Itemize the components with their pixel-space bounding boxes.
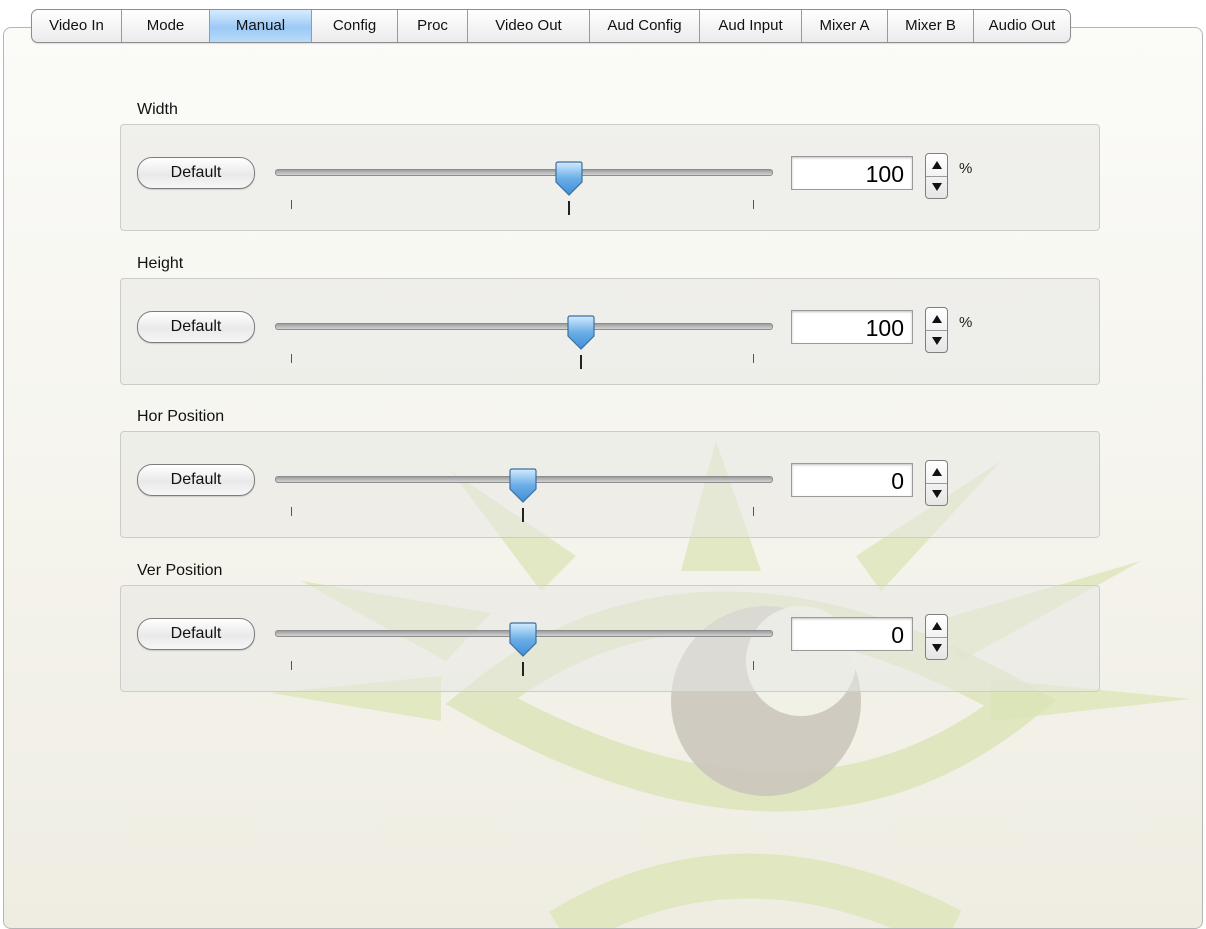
tab-mode[interactable]: Mode	[122, 10, 210, 42]
height-value-field[interactable]: 100	[791, 310, 913, 344]
tab-video-in[interactable]: Video In	[32, 10, 122, 42]
down-arrow-icon[interactable]	[926, 330, 947, 352]
ver-position-value-field[interactable]: 0	[791, 617, 913, 651]
width-unit-label: %	[959, 160, 973, 177]
slider-tick	[291, 200, 292, 209]
slider-tick	[753, 354, 754, 363]
slider-tick	[753, 200, 754, 209]
tab-config[interactable]: Config	[312, 10, 398, 42]
width-group: Default 100%	[120, 124, 1100, 231]
height-label: Height	[137, 255, 184, 272]
tab-mixer-a[interactable]: Mixer A	[802, 10, 888, 42]
height-stepper[interactable]	[925, 307, 948, 353]
hor-position-slider-thumb[interactable]	[507, 468, 539, 504]
width-stepper[interactable]	[925, 153, 948, 199]
hor-position-stepper[interactable]	[925, 460, 948, 506]
height-slider-thumb[interactable]	[565, 315, 597, 351]
height-slider-track[interactable]	[275, 323, 773, 330]
up-arrow-icon[interactable]	[926, 154, 947, 177]
height-unit-label: %	[959, 314, 973, 331]
slider-tick	[291, 507, 292, 516]
tab-bar: Video In Mode Manual Config Proc Video Out Aud…	[31, 9, 1071, 43]
height-default-button[interactable]: Default	[137, 311, 255, 343]
slider-center-tick	[522, 508, 524, 522]
down-arrow-icon[interactable]	[926, 637, 947, 659]
up-arrow-icon[interactable]	[926, 461, 947, 484]
slider-tick	[753, 507, 754, 516]
ver-position-slider-thumb[interactable]	[507, 622, 539, 658]
slider-tick	[291, 661, 292, 670]
slider-tick	[291, 354, 292, 363]
width-value-field[interactable]: 100	[791, 156, 913, 190]
height-group: Default 100%	[120, 278, 1100, 385]
tab-aud-config[interactable]: Aud Config	[590, 10, 700, 42]
ver-position-label: Ver Position	[137, 562, 223, 579]
hor-position-value-field[interactable]: 0	[791, 463, 913, 497]
slider-center-tick	[522, 662, 524, 676]
width-label: Width	[137, 101, 178, 118]
slider-center-tick	[580, 355, 582, 369]
slider-tick	[753, 661, 754, 670]
tab-proc[interactable]: Proc	[398, 10, 468, 42]
width-slider-track[interactable]	[275, 169, 773, 176]
ver-position-stepper[interactable]	[925, 614, 948, 660]
tab-video-out[interactable]: Video Out	[468, 10, 590, 42]
down-arrow-icon[interactable]	[926, 483, 947, 505]
tab-audio-out[interactable]: Audio Out	[974, 10, 1070, 42]
down-arrow-icon[interactable]	[926, 176, 947, 198]
tab-manual[interactable]: Manual	[210, 10, 312, 42]
slider-center-tick	[568, 201, 570, 215]
tab-aud-input[interactable]: Aud Input	[700, 10, 802, 42]
hor-position-group: Default 0	[120, 431, 1100, 538]
hor-position-label: Hor Position	[137, 408, 225, 425]
ver-position-default-button[interactable]: Default	[137, 618, 255, 650]
ver-position-group: Default 0	[120, 585, 1100, 692]
width-slider-thumb[interactable]	[553, 161, 585, 197]
hor-position-default-button[interactable]: Default	[137, 464, 255, 496]
up-arrow-icon[interactable]	[926, 308, 947, 331]
up-arrow-icon[interactable]	[926, 615, 947, 638]
tab-mixer-b[interactable]: Mixer B	[888, 10, 974, 42]
width-default-button[interactable]: Default	[137, 157, 255, 189]
